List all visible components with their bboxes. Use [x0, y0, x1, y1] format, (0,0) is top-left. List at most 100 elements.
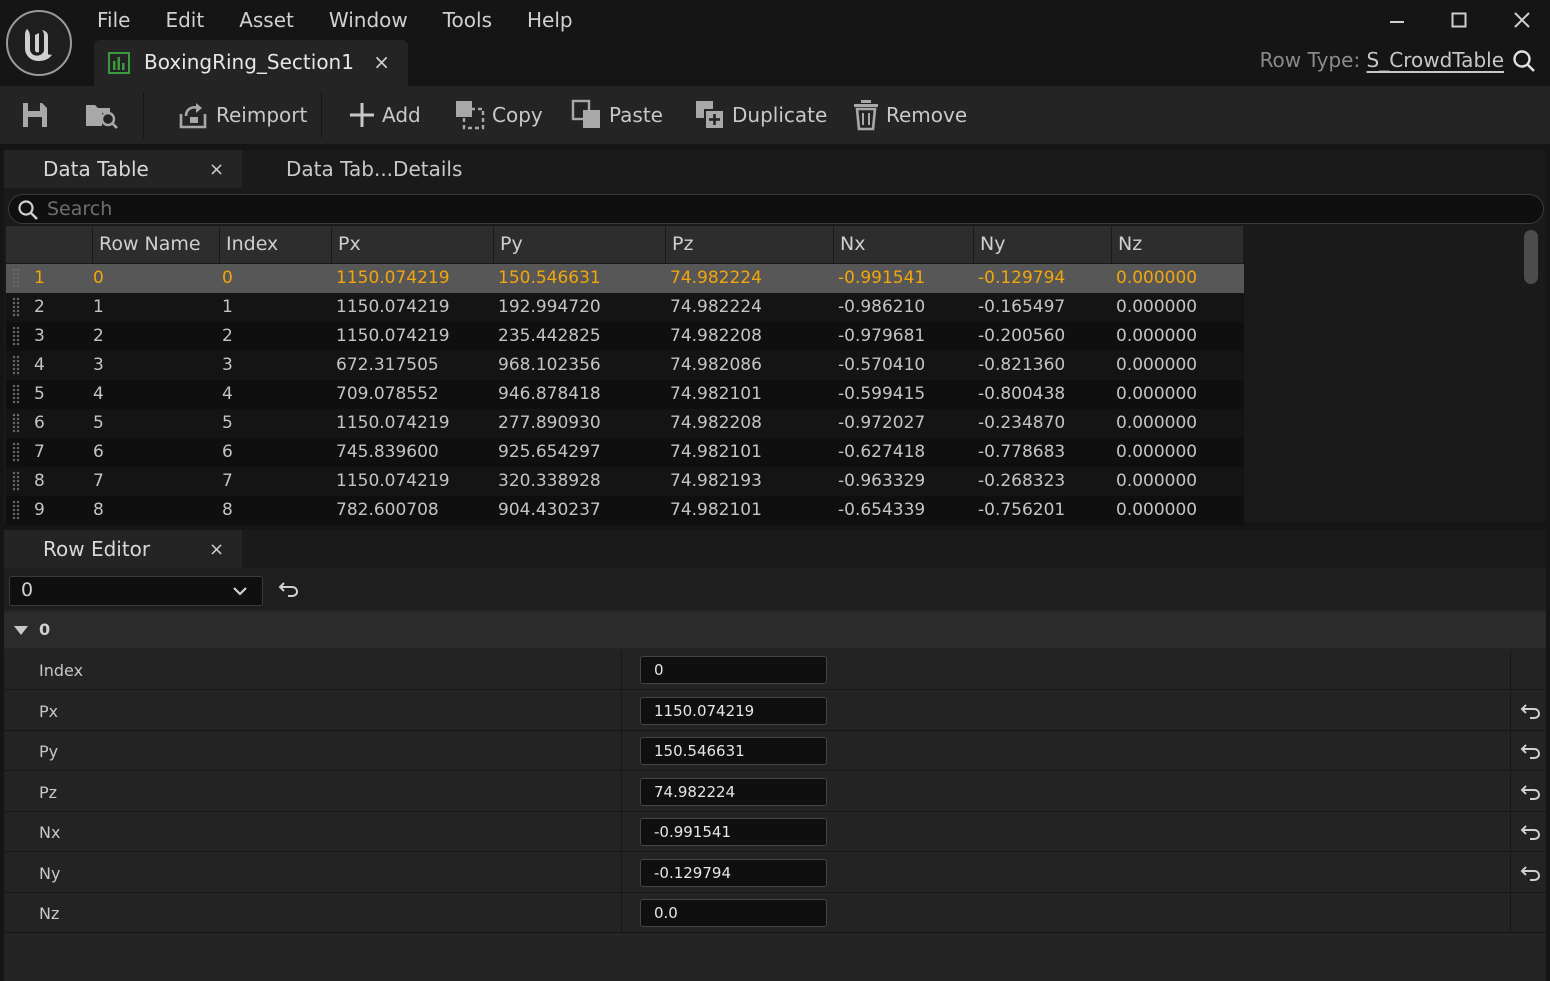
minimize-button[interactable] [1377, 4, 1417, 36]
table-row[interactable]: 9 8 8 782.600708 904.430237 74.982101 -0.65433… [6, 496, 1244, 525]
property-value-input[interactable] [640, 818, 827, 846]
trash-icon [852, 99, 880, 131]
header-row-number[interactable] [6, 226, 93, 263]
paste-button[interactable]: Paste [571, 86, 663, 144]
header-ny[interactable]: Ny [974, 226, 1112, 263]
category-header[interactable]: 0 [4, 612, 1546, 648]
property-value-input[interactable] [640, 899, 827, 927]
menu-asset[interactable]: Asset [222, 2, 312, 38]
px-cell: 1150.074219 [336, 471, 450, 491]
header-nz[interactable]: Nz [1112, 226, 1244, 263]
header-row-name[interactable]: Row Name [93, 226, 220, 263]
ny-cell: -0.268323 [978, 471, 1066, 491]
table-row[interactable]: 8 7 7 1150.074219 320.338928 74.982193 -0.9633… [6, 467, 1244, 496]
property-value-input[interactable] [640, 858, 827, 887]
unreal-logo-icon[interactable] [6, 10, 72, 76]
table-row[interactable]: 2 1 1 1150.074219 192.994720 74.982224 -0.9862… [6, 293, 1244, 322]
pz-cell: 74.982086 [670, 355, 762, 375]
pz-cell: 74.982101 [670, 384, 762, 404]
reimport-button[interactable]: Reimport [178, 86, 307, 144]
row-type-label: Row Type: [1259, 48, 1367, 72]
table-vertical-scrollbar[interactable] [1520, 230, 1542, 520]
row-name-cell: 6 [93, 442, 104, 462]
property-value-input[interactable] [640, 656, 827, 684]
property-value-input[interactable] [640, 737, 827, 765]
column-divider[interactable] [621, 690, 622, 731]
drag-handle-icon[interactable] [12, 413, 20, 434]
reset-row-icon[interactable] [278, 580, 300, 598]
menu-help[interactable]: Help [510, 2, 591, 38]
chevron-down-icon [232, 585, 248, 597]
menu-window[interactable]: Window [312, 2, 426, 38]
drag-handle-icon[interactable] [12, 442, 20, 463]
tab-row-editor[interactable]: Row Editor × [4, 530, 242, 568]
table-row[interactable]: 1 0 0 1150.074219 150.546631 74.982224 -0.9915… [6, 264, 1244, 293]
table-row[interactable]: 7 6 6 745.839600 925.654297 74.982101 -0.62741… [6, 438, 1244, 467]
column-divider[interactable] [621, 731, 622, 771]
tab-row-editor-close-button[interactable]: × [209, 539, 224, 560]
column-divider[interactable] [621, 893, 622, 933]
property-value-input[interactable] [640, 777, 827, 806]
table-row[interactable]: 4 3 3 672.317505 968.102356 74.982086 -0.57041… [6, 351, 1244, 380]
tab-data-table[interactable]: Data Table × [4, 150, 242, 188]
px-cell: 1150.074219 [336, 326, 450, 346]
add-row-button[interactable]: Add [348, 86, 421, 144]
row-name-cell: 2 [93, 326, 104, 346]
reset-to-default-icon[interactable] [1520, 783, 1542, 801]
table-row[interactable]: 5 4 4 709.078552 946.878418 74.982101 -0.59941… [6, 380, 1244, 409]
row-number: 4 [34, 355, 45, 375]
toolbar-separator [321, 92, 322, 138]
menu-file[interactable]: File [80, 2, 148, 38]
drag-handle-icon[interactable] [12, 471, 20, 492]
drag-handle-icon[interactable] [12, 500, 20, 521]
remove-button[interactable]: Remove [852, 86, 967, 144]
drag-handle-icon[interactable] [12, 355, 20, 376]
nz-cell: 0.000000 [1116, 355, 1198, 375]
duplicate-button[interactable]: Duplicate [694, 86, 827, 144]
document-tab[interactable]: BoxingRing_Section1 × [94, 40, 408, 86]
row-select-dropdown[interactable]: 0 [9, 576, 263, 606]
header-py[interactable]: Py [494, 226, 666, 263]
column-divider[interactable] [621, 812, 622, 852]
header-px[interactable]: Px [332, 226, 494, 263]
drag-handle-icon[interactable] [12, 384, 20, 405]
menu-edit[interactable]: Edit [148, 2, 222, 38]
reset-to-default-icon[interactable] [1520, 864, 1542, 882]
header-nx[interactable]: Nx [834, 226, 974, 263]
drag-handle-icon[interactable] [12, 297, 20, 318]
property-value-input[interactable] [640, 696, 827, 725]
ny-cell: -0.165497 [978, 297, 1066, 317]
ny-cell: -0.821360 [978, 355, 1066, 375]
tab-data-table-close-button[interactable]: × [209, 159, 224, 180]
px-cell: 709.078552 [336, 384, 439, 404]
drag-handle-icon[interactable] [12, 326, 20, 347]
close-window-button[interactable] [1502, 4, 1542, 36]
table-row[interactable]: 6 5 5 1150.074219 277.890930 74.982208 -0.9720… [6, 409, 1244, 438]
search-input[interactable] [47, 197, 1527, 221]
column-divider[interactable] [621, 771, 622, 812]
save-button[interactable] [20, 86, 50, 144]
data-table-tab-bar: Data Table × Data Tab...Details [4, 150, 1546, 188]
index-cell: 4 [222, 384, 233, 404]
tab-data-table-details[interactable]: Data Tab...Details [286, 150, 476, 188]
column-divider[interactable] [621, 852, 622, 893]
document-tab-close-button[interactable]: × [373, 50, 390, 74]
scrollbar-thumb[interactable] [1524, 230, 1538, 284]
index-cell: 1 [222, 297, 233, 317]
menu-tools[interactable]: Tools [426, 2, 510, 38]
document-tab-title: BoxingRing_Section1 [144, 50, 354, 74]
column-divider [1510, 690, 1511, 731]
reset-to-default-icon[interactable] [1520, 702, 1542, 720]
row-type-link[interactable]: S_CrowdTable [1367, 48, 1504, 72]
reset-to-default-icon[interactable] [1520, 742, 1542, 760]
drag-handle-icon[interactable] [12, 268, 20, 289]
column-divider[interactable] [621, 650, 622, 690]
browse-button[interactable] [84, 86, 120, 144]
row-type-search-icon[interactable] [1512, 49, 1536, 73]
header-index[interactable]: Index [220, 226, 332, 263]
maximize-button[interactable] [1439, 4, 1479, 36]
header-pz[interactable]: Pz [666, 226, 834, 263]
reset-to-default-icon[interactable] [1520, 823, 1542, 841]
copy-button[interactable]: Copy [454, 86, 543, 144]
table-row[interactable]: 3 2 2 1150.074219 235.442825 74.982208 -0.9796… [6, 322, 1244, 351]
